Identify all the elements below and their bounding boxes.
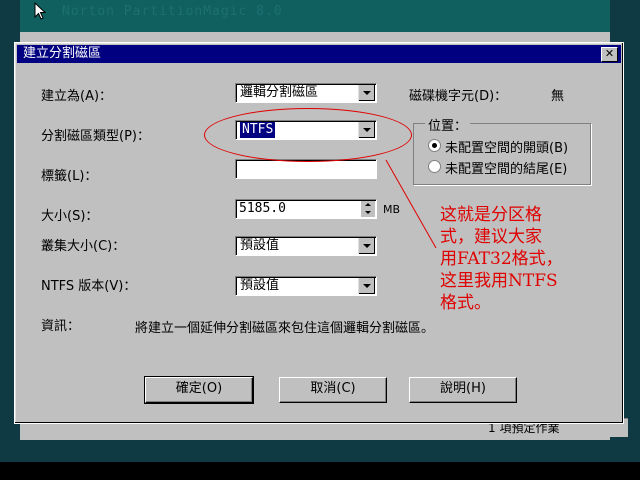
size-spinner[interactable] (361, 201, 375, 217)
dialog-titlebar[interactable]: 建立分割磁區 ✕ (17, 45, 621, 63)
annotation-line-5: 格式。 (440, 293, 491, 313)
position-group-title: 位置： (425, 115, 471, 134)
spin-up-icon[interactable] (361, 201, 375, 209)
annotation-text: 这就是分区格 式，建议大家 用FAT32格式， 这里我用NTFS 格式。 (440, 204, 600, 314)
cluster-size-label: 叢集大小(C)： (41, 239, 126, 254)
position-start-label[interactable]: 未配置空間的開頭(B) (445, 137, 568, 156)
size-label: 大小(S)： (41, 209, 99, 224)
cancel-button[interactable]: 取消(C) (279, 377, 387, 403)
annotation-line-1: 这就是分区格 (440, 205, 542, 225)
label-field-label: 標籤(L)： (41, 169, 98, 184)
help-button[interactable]: 說明(H) (409, 377, 517, 403)
position-start-radio[interactable] (428, 139, 441, 152)
chevron-down-icon[interactable] (358, 278, 375, 294)
partition-type-label: 分割磁區類型(P)： (41, 129, 150, 144)
spin-down-icon[interactable] (361, 209, 375, 217)
annotation-line-3: 用FAT32格式， (440, 249, 563, 269)
chevron-down-icon[interactable] (358, 238, 375, 254)
cluster-size-value: 預設值 (240, 238, 280, 253)
background-window-titlebar: Norton PartitionMagic 8.0 (20, 0, 610, 32)
info-text: 將建立一個延伸分割磁區來包住這個邏輯分割磁區。 (135, 321, 435, 336)
close-button[interactable]: ✕ (601, 47, 618, 62)
annotation-line-2: 式，建议大家 (440, 227, 542, 247)
background-window-title: Norton PartitionMagic 8.0 (62, 4, 283, 19)
drive-letter-value[interactable]: 無 (551, 85, 564, 104)
position-end-label[interactable]: 未配置空間的結尾(E) (445, 158, 567, 177)
position-end-radio[interactable] (428, 160, 441, 173)
create-as-label: 建立為(A)： (41, 89, 113, 104)
annotation-ellipse (204, 108, 412, 162)
close-icon: ✕ (604, 47, 615, 60)
label-input[interactable] (235, 159, 377, 179)
drive-letter-label: 磁碟機字元(D)： (409, 89, 508, 104)
size-unit: MB (383, 203, 401, 216)
ntfs-version-dropdown[interactable]: 預設值 (235, 276, 377, 296)
size-input[interactable]: 5185.0 (235, 199, 377, 219)
create-as-dropdown[interactable]: 邏輯分割磁區 (235, 83, 377, 103)
info-label: 資訊： (41, 319, 81, 334)
mouse-cursor-icon (34, 2, 47, 20)
dialog-title: 建立分割磁區 (23, 46, 102, 61)
create-as-value: 邏輯分割磁區 (240, 85, 319, 100)
ntfs-version-value: 預設值 (240, 278, 280, 293)
ok-button[interactable]: 確定(O) (144, 376, 254, 404)
ntfs-version-label: NTFS 版本(V)： (41, 279, 137, 294)
chevron-down-icon[interactable] (358, 85, 375, 101)
annotation-line-4: 这里我用NTFS (440, 271, 558, 291)
cluster-size-dropdown[interactable]: 預設值 (235, 236, 377, 256)
size-value: 5185.0 (239, 201, 286, 216)
taskbar (0, 462, 640, 480)
